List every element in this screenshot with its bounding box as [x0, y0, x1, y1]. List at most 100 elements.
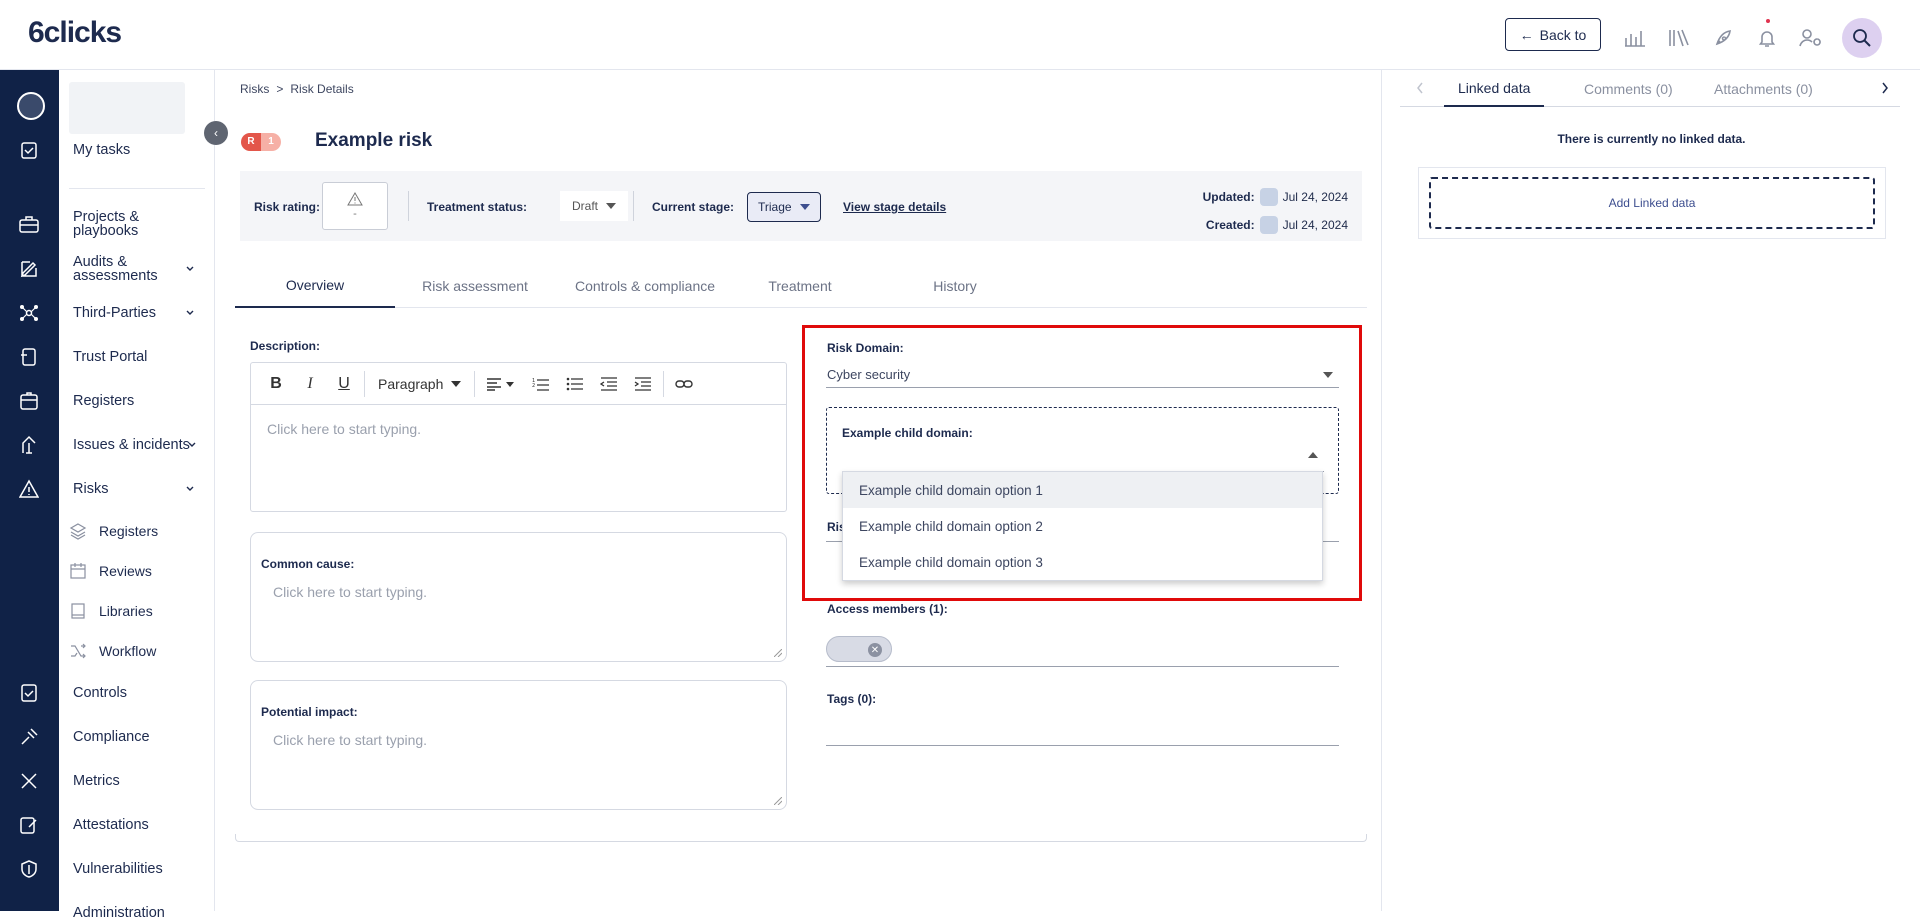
rocket-icon[interactable] — [1708, 21, 1738, 55]
sidebar-subitem-workflow[interactable]: Workflow — [69, 642, 156, 660]
user-settings-icon[interactable] — [1796, 21, 1826, 55]
common-cause-field[interactable]: Common cause: Click here to start typing… — [250, 532, 787, 662]
align-icon[interactable] — [478, 369, 524, 399]
sidebar-subitem-registers[interactable]: Registers — [69, 522, 158, 540]
register-icon[interactable] — [16, 388, 42, 414]
resize-handle-icon[interactable] — [774, 797, 782, 805]
chevron-down-icon[interactable] — [185, 484, 195, 494]
tags-field[interactable] — [826, 710, 1339, 746]
description-input[interactable]: Click here to start typing. — [251, 405, 786, 453]
risk-rating-box[interactable]: - — [322, 182, 388, 230]
tools-icon[interactable] — [16, 768, 42, 794]
add-linked-data-button[interactable]: Add Linked data — [1429, 177, 1875, 229]
sidebar-item-metrics[interactable]: Metrics — [73, 774, 120, 789]
access-members-field[interactable] — [826, 666, 1339, 667]
breadcrumb-risks[interactable]: Risks — [240, 82, 269, 96]
created-by-avatar[interactable] — [1259, 216, 1278, 234]
warning-icon[interactable] — [16, 476, 42, 502]
bold-icon[interactable]: B — [259, 369, 293, 399]
sidebar-item-vulnerabilities[interactable]: Vulnerabilities — [73, 862, 163, 877]
library-icon[interactable] — [1664, 21, 1694, 55]
italic-icon[interactable]: I — [293, 369, 327, 399]
updated-date: Jul 24, 2024 — [1282, 190, 1348, 204]
bullet-list-icon[interactable] — [558, 369, 592, 399]
controls-icon[interactable] — [16, 680, 42, 706]
chevron-down-icon[interactable] — [185, 264, 195, 274]
sidebar-item-third-parties[interactable]: Third-Parties — [73, 306, 156, 321]
outdent-icon[interactable] — [592, 369, 626, 399]
app-logo[interactable]: 6clicks — [28, 16, 122, 50]
tasks-icon[interactable] — [16, 137, 42, 163]
potential-impact-field[interactable]: Potential impact: Click here to start ty… — [250, 680, 787, 810]
updated-by-avatar[interactable] — [1259, 188, 1278, 206]
attestation-icon[interactable] — [16, 812, 42, 838]
tab-attachments[interactable]: Attachments (0) — [1714, 70, 1813, 107]
dropdown-option[interactable]: Example child domain option 2 — [843, 508, 1322, 544]
badge-letter: R — [241, 133, 261, 151]
risk-domain-select[interactable]: Cyber security — [826, 360, 1339, 388]
gavel-icon[interactable] — [16, 724, 42, 750]
chevron-down-icon[interactable] — [185, 308, 195, 318]
resize-handle-icon[interactable] — [774, 649, 782, 657]
bell-icon[interactable] — [1752, 19, 1782, 55]
ordered-list-icon[interactable]: 12 — [524, 369, 558, 399]
sidebar-item-compliance[interactable]: Compliance — [73, 730, 150, 745]
dropdown-option[interactable]: Example child domain option 3 — [843, 544, 1322, 580]
risk-info-bar: Risk rating: - Treatment status: Draft C… — [240, 171, 1362, 241]
view-stage-details-link[interactable]: View stage details — [843, 200, 946, 214]
sidebar-item-administration[interactable]: Administration — [73, 906, 165, 921]
access-members-label: Access members (1): — [827, 602, 948, 616]
sidebar-subitem-reviews[interactable]: Reviews — [69, 562, 152, 580]
tab-treatment[interactable]: Treatment — [735, 264, 865, 308]
chevron-right-icon[interactable] — [1881, 82, 1889, 94]
indent-icon[interactable] — [626, 369, 660, 399]
tab-risk-assessment[interactable]: Risk assessment — [395, 264, 555, 308]
sidebar-item-projects[interactable]: Projects & playbooks — [73, 210, 139, 239]
portal-icon[interactable] — [16, 344, 42, 370]
sidebar-subitem-libraries[interactable]: Libraries — [69, 602, 153, 620]
tab-overview[interactable]: Overview — [235, 264, 395, 308]
created-label: Created: — [1205, 218, 1255, 232]
shield-icon[interactable] — [16, 856, 42, 882]
child-domain-select[interactable] — [842, 444, 1324, 472]
tab-comments[interactable]: Comments (0) — [1584, 70, 1673, 107]
current-stage-select[interactable]: Triage — [747, 192, 821, 222]
divider — [408, 191, 409, 221]
sidebar-item-issues[interactable]: Issues & incidents — [73, 438, 190, 453]
network-icon[interactable] — [16, 300, 42, 326]
sidebar-item-trust-portal[interactable]: Trust Portal — [73, 350, 147, 365]
chevron-down-icon[interactable] — [187, 440, 197, 450]
dropdown-option[interactable]: Example child domain option 1 — [843, 472, 1322, 508]
member-chip[interactable]: ✕ — [826, 636, 892, 662]
page-title[interactable]: Example risk — [315, 130, 432, 152]
link-icon[interactable] — [667, 369, 701, 399]
briefcase-icon[interactable] — [16, 211, 42, 237]
profile-card[interactable] — [69, 82, 185, 134]
caret-up-icon — [1308, 452, 1318, 458]
sidebar-item-risks[interactable]: Risks — [73, 482, 108, 497]
user-avatar[interactable] — [1842, 18, 1882, 58]
sidebar-item-audits[interactable]: Audits & assessments — [73, 255, 158, 284]
common-cause-input[interactable]: Click here to start typing. — [273, 584, 427, 600]
sidebar-item-attestations[interactable]: Attestations — [73, 818, 149, 833]
org-avatar[interactable] — [17, 92, 45, 120]
incident-icon[interactable] — [16, 432, 42, 458]
potential-impact-input[interactable]: Click here to start typing. — [273, 732, 427, 748]
paragraph-select[interactable]: Paragraph — [368, 376, 471, 392]
child-domain-label: Example child domain: — [842, 426, 973, 440]
sidebar-item-controls[interactable]: Controls — [73, 686, 127, 701]
tab-history[interactable]: History — [865, 264, 1045, 308]
tab-linked-data[interactable]: Linked data — [1444, 70, 1545, 107]
remove-icon[interactable]: ✕ — [868, 643, 882, 657]
sidebar-item-my-tasks[interactable]: My tasks — [73, 143, 130, 158]
panel-bottom-border — [235, 834, 1367, 842]
underline-icon[interactable]: U — [327, 369, 361, 399]
treatment-status-select[interactable]: Draft — [560, 191, 629, 221]
badge-count: 1 — [261, 133, 281, 151]
back-button[interactable]: ← Back to — [1505, 18, 1601, 51]
sidebar-item-registers[interactable]: Registers — [73, 394, 134, 409]
edit-icon[interactable] — [16, 256, 42, 282]
analytics-icon[interactable] — [1620, 21, 1650, 55]
tab-controls-compliance[interactable]: Controls & compliance — [555, 264, 735, 308]
treatment-status-value: Draft — [572, 199, 599, 213]
